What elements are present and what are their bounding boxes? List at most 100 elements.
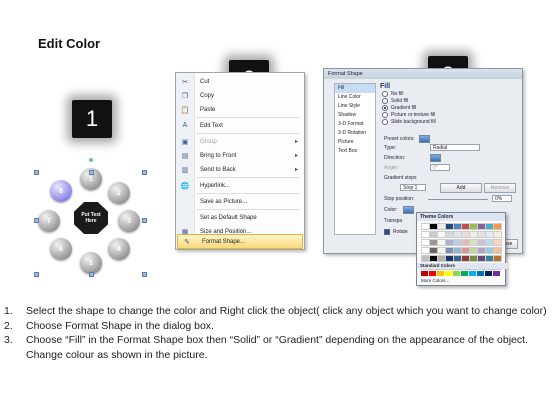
instruction-item: 2. Choose Format Shape in the dialog box. xyxy=(4,319,556,334)
color-swatch[interactable] xyxy=(429,271,436,276)
fill-heading: Fill xyxy=(380,83,391,90)
rotate-row: Rotate xyxy=(384,229,408,235)
diagram-node[interactable]: 3 xyxy=(118,210,140,232)
copy-icon: ❐ xyxy=(181,92,189,100)
submenu-arrow-icon: ▸ xyxy=(294,167,298,173)
stop-position-input[interactable]: 0% xyxy=(492,195,512,202)
menu-item-label: Group xyxy=(200,138,217,145)
menu-item-hyperlink[interactable]: 🌐 Hyperlink... xyxy=(176,179,304,192)
color-swatch[interactable] xyxy=(469,271,476,276)
category-3d-rotation[interactable]: 3-D Rotation xyxy=(335,129,375,138)
diagram-node[interactable]: 4 xyxy=(108,238,130,260)
direction-row: Direction: xyxy=(384,155,405,161)
standard-colors-label: Standard Colors xyxy=(417,263,508,269)
resize-handle[interactable] xyxy=(34,170,39,175)
radio-solid-fill[interactable]: Solid fill xyxy=(382,97,518,104)
menu-item-paste[interactable]: 📋 Paste xyxy=(176,103,304,116)
color-swatch[interactable] xyxy=(461,271,468,276)
color-swatch[interactable] xyxy=(493,239,502,246)
gradient-stops-label: Gradient stops xyxy=(384,175,417,181)
resize-handle[interactable] xyxy=(142,170,147,175)
bring-front-icon: ▤ xyxy=(181,152,189,160)
color-swatch[interactable] xyxy=(493,247,502,254)
transparency-row: Transpa xyxy=(384,218,402,224)
resize-handle[interactable] xyxy=(142,218,147,223)
radio-gradient-fill[interactable]: Gradient fill xyxy=(382,104,518,111)
instructions: 1. Select the shape to change the color a… xyxy=(4,304,556,362)
menu-item-format-shape[interactable]: ✎ Format Shape... xyxy=(177,234,303,249)
menu-separator xyxy=(196,193,300,194)
stop-position-label: Stop position: xyxy=(384,196,415,202)
color-swatch[interactable] xyxy=(485,271,492,276)
menu-item-copy[interactable]: ❐ Copy xyxy=(176,89,304,102)
color-swatch[interactable] xyxy=(437,271,444,276)
category-text-box[interactable]: Text Box xyxy=(335,147,375,156)
menu-item-label: Paste xyxy=(200,106,216,113)
radio-no-fill[interactable]: No fill xyxy=(382,90,518,97)
color-swatch[interactable] xyxy=(493,271,500,276)
radio-label: Gradient fill xyxy=(391,104,417,111)
color-swatch[interactable] xyxy=(453,271,460,276)
menu-item-save-as-picture[interactable]: Save as Picture... xyxy=(176,195,304,208)
category-3d-format[interactable]: 3-D Format xyxy=(335,120,375,129)
type-select[interactable]: Radial xyxy=(430,144,480,151)
direction-label: Direction: xyxy=(384,155,406,161)
rotate-handle[interactable] xyxy=(89,158,93,162)
menu-item-send-to-back[interactable]: ▥ Send to Back ▸ xyxy=(176,163,304,176)
resize-handle[interactable] xyxy=(142,272,147,277)
menu-item-cut[interactable]: ✂ Cut xyxy=(176,75,304,88)
resize-handle[interactable] xyxy=(89,170,94,175)
stop-select[interactable]: Stop 1 xyxy=(400,184,426,191)
remove-stop-button[interactable]: Remove xyxy=(484,183,516,193)
category-picture[interactable]: Picture xyxy=(335,138,375,147)
color-swatch[interactable] xyxy=(445,271,452,276)
angle-input[interactable]: 0° xyxy=(430,164,450,171)
menu-item-bring-to-front[interactable]: ▤ Bring to Front ▸ xyxy=(176,149,304,162)
resize-handle[interactable] xyxy=(34,272,39,277)
category-line-color[interactable]: Line Color xyxy=(335,93,375,102)
stop-position-slider[interactable] xyxy=(428,199,488,200)
preset-colors-dropdown[interactable] xyxy=(418,135,430,143)
diagram-node[interactable]: 6 xyxy=(50,238,72,260)
send-back-icon: ▥ xyxy=(181,166,189,174)
cycle-diagram: 8 1 2 3 4 5 6 7 Put Text Here xyxy=(30,150,148,278)
radio-slide-background-fill[interactable]: Slide background fill xyxy=(382,118,518,125)
diagram-node-selected[interactable]: 8 xyxy=(50,180,72,202)
color-swatch[interactable] xyxy=(477,271,484,276)
color-swatch[interactable] xyxy=(493,255,502,262)
context-menu: ✂ Cut ❐ Copy 📋 Paste A Edit Text ▣ Group ▸ ▤ Br… xyxy=(175,72,305,250)
more-colors-link[interactable]: More Colors... xyxy=(421,278,449,283)
color-swatch[interactable] xyxy=(421,271,428,276)
diagram-node[interactable]: 2 xyxy=(108,182,130,204)
radio-picture-fill[interactable]: Picture or texture fill xyxy=(382,111,518,118)
category-fill[interactable]: Fill xyxy=(335,84,375,93)
rotate-checkbox[interactable] xyxy=(384,229,390,235)
diagram-node[interactable]: 7 xyxy=(38,210,60,232)
category-line-style[interactable]: Line Style xyxy=(335,102,375,111)
color-picker-button[interactable] xyxy=(403,206,415,214)
submenu-arrow-icon: ▸ xyxy=(294,139,298,145)
resize-handle[interactable] xyxy=(89,272,94,277)
resize-handle[interactable] xyxy=(34,218,39,223)
diagram-node[interactable]: 5 xyxy=(80,252,102,274)
menu-item-edit-text[interactable]: A Edit Text xyxy=(176,119,304,132)
add-stop-button[interactable]: Add xyxy=(440,183,482,193)
category-shadow[interactable]: Shadow xyxy=(335,111,375,120)
color-swatch[interactable] xyxy=(493,231,502,238)
menu-item-label: Send to Back xyxy=(200,166,236,173)
radio-icon xyxy=(382,97,388,104)
menu-item-set-default-shape[interactable]: Set as Default Shape xyxy=(176,211,304,224)
instruction-number: 3. xyxy=(4,334,13,347)
color-swatch[interactable] xyxy=(493,223,502,230)
instruction-text: Select the shape to change the color and… xyxy=(26,305,547,317)
radio-icon xyxy=(382,111,388,118)
radio-label: Picture or texture fill xyxy=(391,111,436,118)
diagram-hub[interactable]: Put Text Here xyxy=(74,202,108,234)
transparency-label: Transpa xyxy=(384,218,403,224)
radio-selected-icon xyxy=(382,104,388,111)
direction-dropdown[interactable] xyxy=(430,154,441,162)
dialog-title: Format Shape xyxy=(324,69,522,79)
menu-item-label: Format Shape... xyxy=(202,238,246,245)
menu-separator xyxy=(196,209,300,210)
menu-item-group[interactable]: ▣ Group ▸ xyxy=(176,135,304,148)
